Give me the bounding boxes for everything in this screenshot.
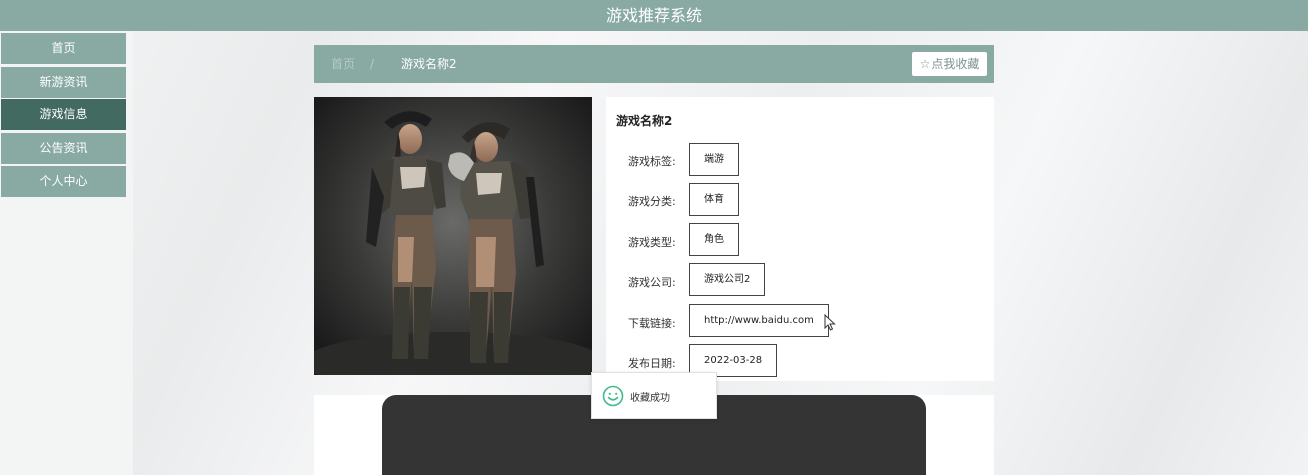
app-header: 游戏推荐系统 [0, 0, 1308, 31]
sidebar-item-personal-center[interactable]: 个人中心 [1, 166, 126, 197]
sidebar-item-new-game-news[interactable]: 新游资讯 [1, 67, 126, 98]
download-link-value[interactable]: http://www.baidu.com [689, 304, 829, 337]
game-cover-image [314, 97, 592, 375]
sidebar: 首页 新游资讯 游戏信息 公告资讯 个人中心 [0, 31, 133, 475]
toast-message: 收藏成功 [630, 393, 670, 404]
smile-icon [602, 385, 624, 407]
sidebar-item-announcements[interactable]: 公告资讯 [1, 133, 126, 164]
star-outline-icon: ☆ [919, 57, 931, 71]
game-type-value: 角色 [689, 223, 739, 256]
breadcrumb: 首页 / 游戏名称2 ☆点我收藏 [314, 45, 994, 83]
game-info-panel: 游戏名称2 游戏标签: 端游 游戏分类: 体育 游戏类型: 角色 游戏公司: 游… [606, 97, 994, 381]
favorite-button-label: 点我收藏 [931, 57, 980, 71]
sidebar-item-game-info[interactable]: 游戏信息 [1, 99, 126, 130]
download-link-label: 下载链接: [628, 317, 676, 330]
game-category-value: 体育 [689, 183, 739, 216]
sidebar-item-home[interactable]: 首页 [1, 33, 126, 64]
game-category-label: 游戏分类: [628, 195, 676, 208]
game-tag-value: 端游 [689, 143, 739, 176]
game-tag-label: 游戏标签: [628, 155, 676, 168]
toast-notification: 收藏成功 [591, 372, 717, 419]
game-name: 游戏名称2 [616, 114, 673, 128]
game-type-label: 游戏类型: [628, 236, 676, 249]
mouse-cursor-icon [824, 314, 836, 331]
breadcrumb-current: 游戏名称2 [401, 57, 457, 71]
game-company-value: 游戏公司2 [689, 263, 766, 296]
breadcrumb-home-link[interactable]: 首页 [331, 45, 355, 83]
breadcrumb-separator: / [370, 57, 375, 71]
favorite-button[interactable]: ☆点我收藏 [912, 52, 987, 76]
game-company-label: 游戏公司: [628, 276, 676, 289]
app-title: 游戏推荐系统 [605, 6, 702, 25]
release-date-label: 发布日期: [628, 357, 676, 370]
